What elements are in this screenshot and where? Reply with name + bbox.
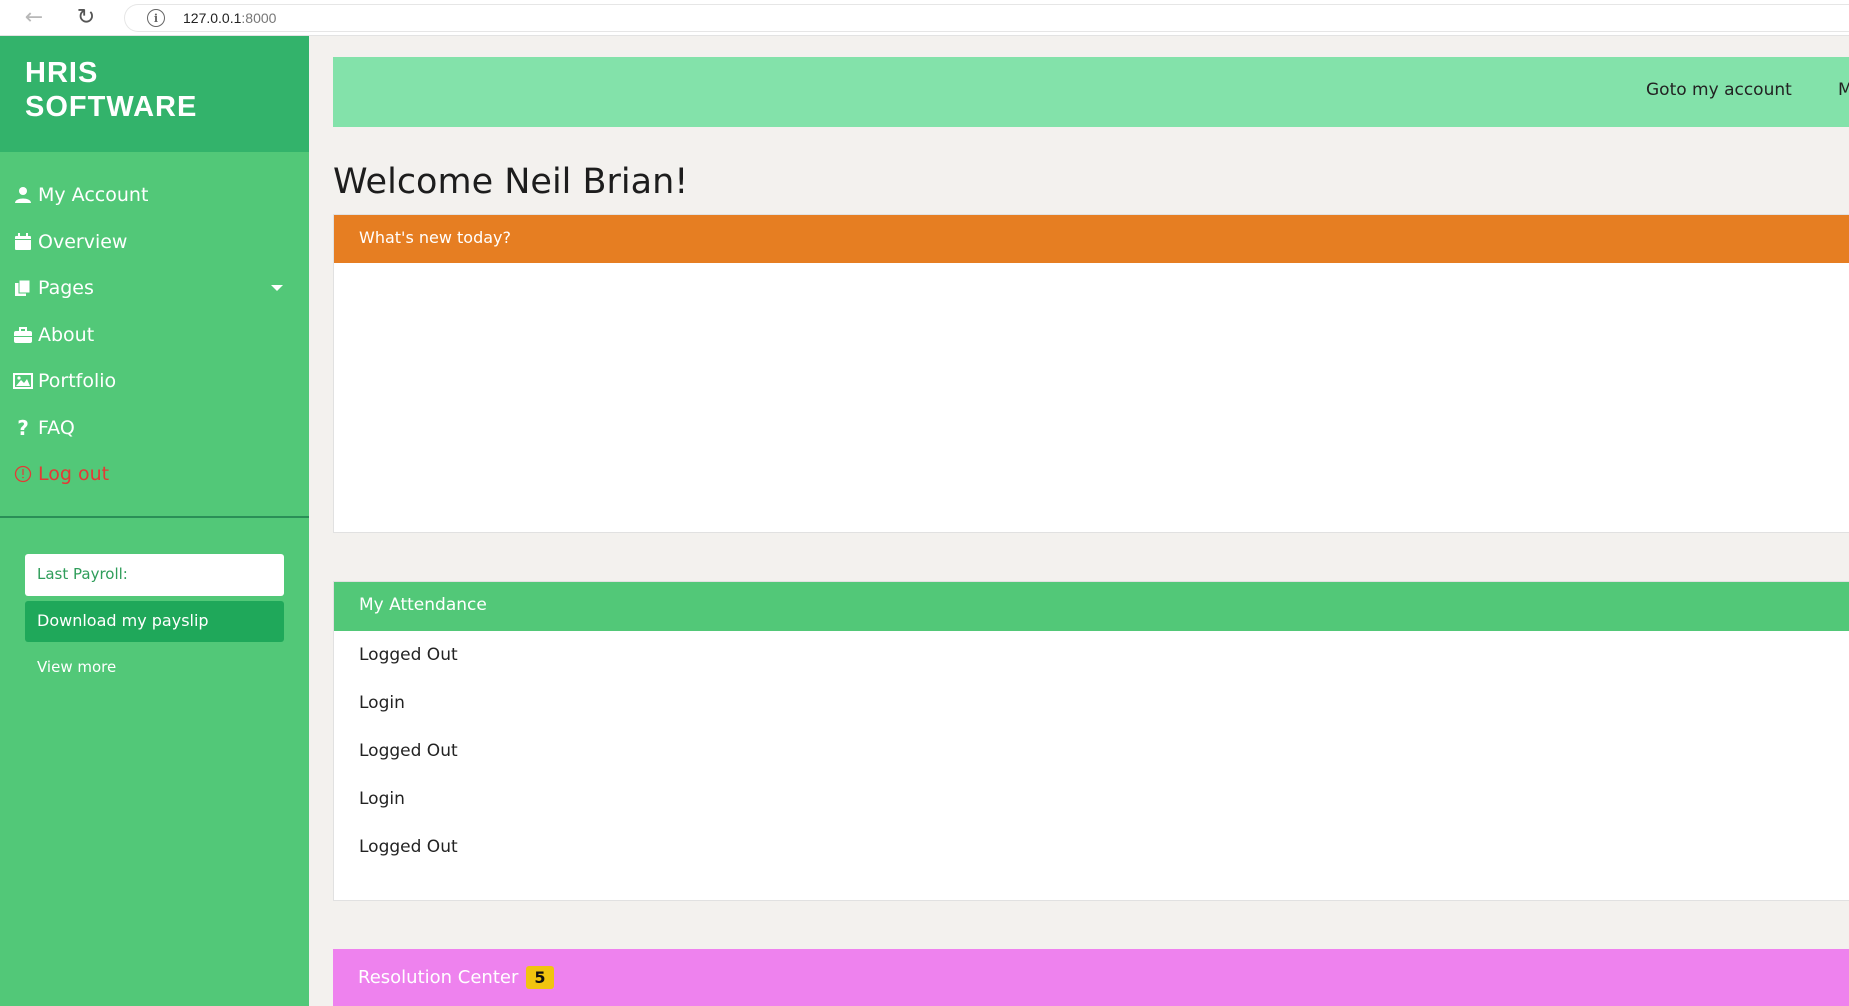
sidebar-item-label: Log out (38, 463, 110, 486)
truncated-nav-link[interactable]: M (1838, 80, 1849, 100)
sidebar-item-pages[interactable]: Pages (0, 265, 309, 312)
url-port: :8000 (241, 10, 277, 26)
sidebar-item-about[interactable]: About (0, 312, 309, 359)
attendance-list: Logged Out Login Logged Out Login Logged… (334, 631, 1849, 883)
info-icon[interactable]: i (147, 9, 165, 27)
count-badge: 5 (526, 966, 554, 989)
list-item: Logged Out (359, 837, 458, 857)
sidebar-item-label: Portfolio (38, 370, 117, 393)
attendance-card: My Attendance Logged Out Login Logged Ou… (333, 581, 1849, 901)
url-host: 127.0.0.1 (183, 10, 242, 26)
brand-logo[interactable]: HRIS SOFTWARE (0, 36, 309, 152)
view-more-link[interactable]: View more (37, 658, 116, 676)
copy-icon (12, 279, 34, 297)
sidebar-item-my-account[interactable]: My Account (0, 172, 309, 219)
power-icon (12, 465, 34, 483)
sidebar-item-label: Pages (38, 277, 94, 300)
list-item: Logged Out (359, 741, 458, 761)
sidebar-item-faq[interactable]: ? FAQ (0, 405, 309, 452)
sidebar-item-label: Overview (38, 230, 128, 253)
question-icon: ? (17, 415, 29, 440)
sidebar-item-overview[interactable]: Overview (0, 219, 309, 266)
news-card-header: What's new today? (334, 215, 1849, 263)
url-text: 127.0.0.1:8000 (183, 10, 276, 26)
sidebar-item-label: My Account (38, 184, 149, 207)
caret-down-icon[interactable] (271, 285, 283, 292)
calendar-icon (12, 232, 34, 251)
sidebar-divider (0, 516, 309, 518)
download-payslip-button[interactable]: Download my payslip (25, 601, 284, 642)
resolution-center-card: Resolution Center 5 (333, 949, 1849, 1006)
resolution-center-title: Resolution Center (358, 967, 519, 988)
sidebar-item-label: About (38, 323, 95, 346)
sidebar-item-log-out[interactable]: Log out (0, 451, 309, 498)
goto-account-link[interactable]: Goto my account (1646, 80, 1792, 100)
briefcase-icon (12, 326, 34, 344)
sidebar: HRIS SOFTWARE My Account Overview Pages (0, 36, 309, 1006)
news-card: What's new today? (333, 214, 1849, 533)
list-item: Login (359, 693, 405, 713)
sidebar-item-label: FAQ (38, 416, 75, 439)
browser-toolbar: ← ↻ i 127.0.0.1:8000 (0, 0, 1849, 36)
brand-line-1: HRIS (25, 57, 99, 89)
reload-icon[interactable]: ↻ (68, 0, 104, 36)
sidebar-menu: My Account Overview Pages About Portfoli… (0, 152, 309, 498)
top-navbar: Goto my account M (333, 57, 1849, 127)
user-icon (12, 186, 34, 204)
list-item: Login (359, 789, 405, 809)
brand-line-2: SOFTWARE (25, 91, 198, 123)
address-bar[interactable]: i 127.0.0.1:8000 (124, 4, 1849, 32)
last-payroll-box: Last Payroll: (25, 554, 284, 596)
list-item: Logged Out (359, 645, 458, 665)
resolution-center-header[interactable]: Resolution Center 5 (333, 949, 1849, 1006)
sidebar-item-portfolio[interactable]: Portfolio (0, 358, 309, 405)
attendance-card-header: My Attendance (334, 582, 1849, 631)
page-title: Welcome Neil Brian! (333, 162, 689, 202)
image-icon (12, 373, 34, 390)
back-arrow-icon[interactable]: ← (16, 0, 52, 36)
